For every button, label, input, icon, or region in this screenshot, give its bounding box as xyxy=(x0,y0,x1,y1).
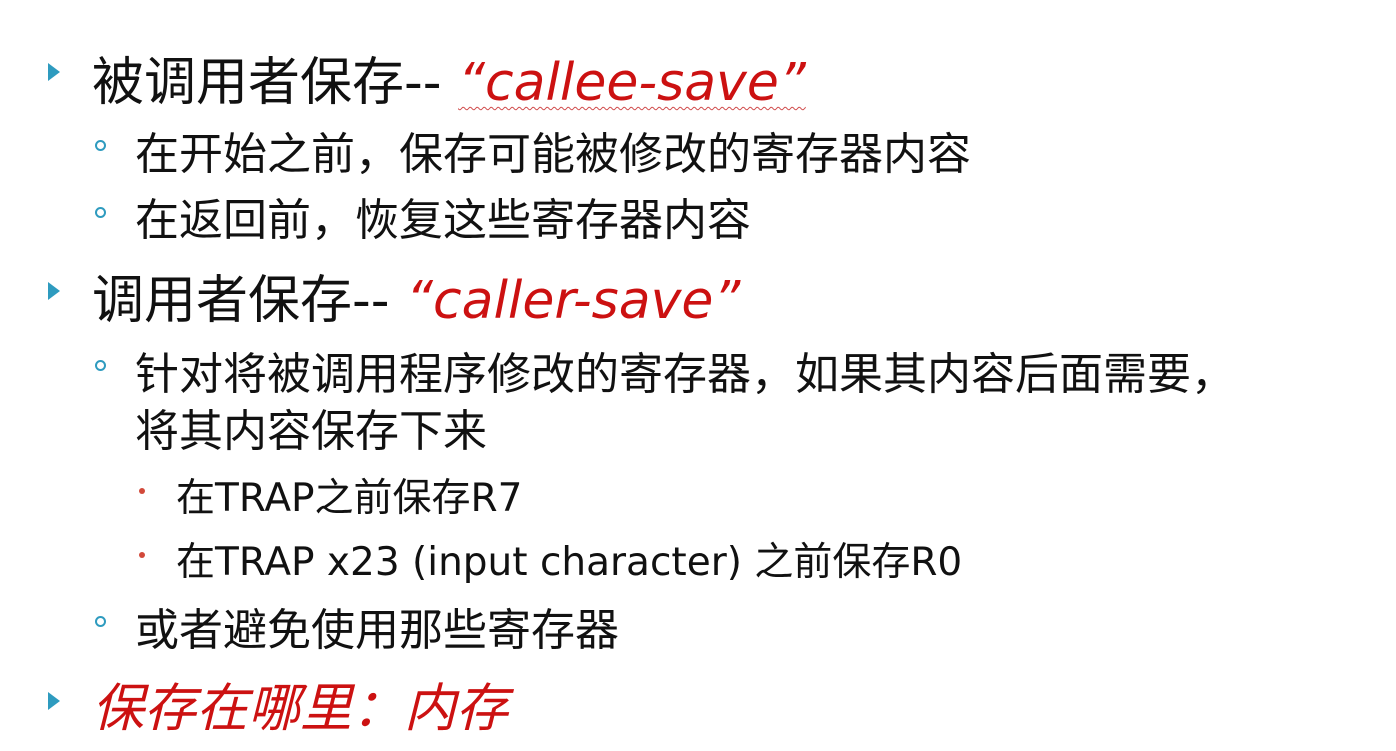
circle-bullet-icon xyxy=(95,360,106,371)
sub-sub-bullet-save-r7: 在TRAP之前保存R7 xyxy=(176,476,523,521)
callee-save-term-text: “callee-save” xyxy=(458,53,806,113)
sub-bullet-caller-save-detail: 针对将被调用程序修改的寄存器，如果其内容后面需要， xyxy=(135,349,1235,400)
sub-bullet-restore-before-return: 在返回前，恢复这些寄存器内容 xyxy=(135,195,751,246)
bullet-where-to-save: 保存在哪里：内存 xyxy=(92,679,509,739)
slide: 被调用者保存-- “callee-save” 在开始之前，保存可能被修改的寄存器… xyxy=(0,0,1396,751)
bullet-caller-save: 调用者保存-- “caller-save” xyxy=(92,258,740,333)
circle-bullet-icon xyxy=(95,207,106,218)
sub-bullet-save-before-start: 在开始之前，保存可能被修改的寄存器内容 xyxy=(135,129,971,180)
bullet-text: 调用者保存-- xyxy=(92,271,390,331)
dot-bullet-icon xyxy=(139,552,145,558)
sub-sub-bullet-save-r0: 在TRAP x23 (input character) 之前保存R0 xyxy=(176,540,963,585)
caller-save-term: “caller-save” xyxy=(390,271,741,331)
dot-bullet-icon xyxy=(139,488,145,494)
triangle-bullet-icon xyxy=(48,692,60,710)
caller-save-term-text: “caller-save” xyxy=(406,271,741,331)
circle-bullet-icon xyxy=(95,140,106,151)
sub-bullet-avoid-registers: 或者避免使用那些寄存器 xyxy=(135,605,619,656)
sub-bullet-caller-save-detail-continued: 将其内容保存下来 xyxy=(135,406,487,457)
bullet-text: 被调用者保存-- xyxy=(92,53,442,113)
triangle-bullet-icon xyxy=(48,63,60,81)
bullet-callee-save: 被调用者保存-- “callee-save” xyxy=(92,40,806,115)
triangle-bullet-icon xyxy=(48,282,60,300)
callee-save-term: “callee-save” xyxy=(442,53,806,113)
circle-bullet-icon xyxy=(95,616,106,627)
